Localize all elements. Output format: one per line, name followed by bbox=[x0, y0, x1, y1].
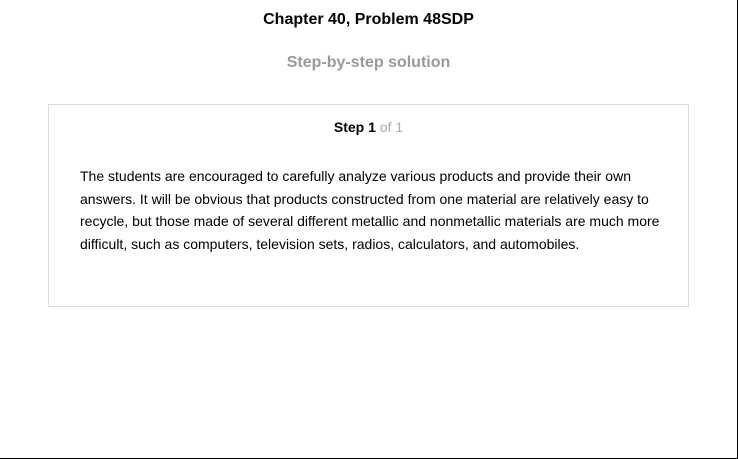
page-title: Chapter 40, Problem 48SDP bbox=[263, 11, 474, 28]
step-label: Step bbox=[333, 119, 365, 135]
step-card: Step 1 of 1 The students are encouraged … bbox=[48, 104, 689, 307]
step-total: of 1 bbox=[379, 119, 404, 135]
page-subtitle: Step-by-step solution bbox=[286, 54, 451, 71]
step-number: 1 bbox=[368, 119, 376, 135]
step-body-text: The students are encouraged to carefully… bbox=[80, 168, 660, 252]
step-header: Step 1 of 1 bbox=[49, 119, 688, 135]
solution-page: Chapter 40, Problem 48SDP Step-by-step s… bbox=[0, 0, 738, 459]
